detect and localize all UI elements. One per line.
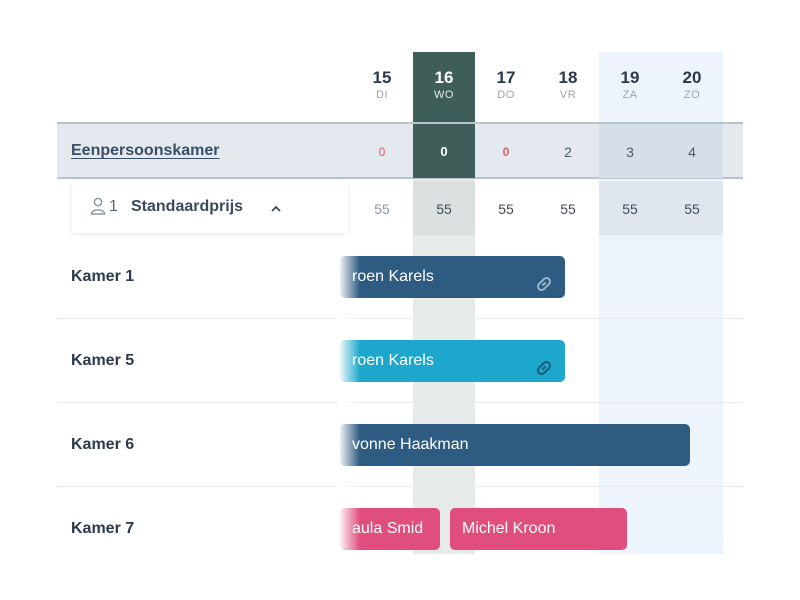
room-label: Kamer 7 (71, 520, 135, 537)
day-header-17[interactable]: 17 DO (475, 68, 537, 102)
day-number: 20 (682, 68, 702, 87)
booking-bar[interactable]: vonne Haakman (340, 424, 690, 466)
booking-bar[interactable]: roen Karels (340, 256, 565, 298)
booking-bar[interactable]: Michel Kroon (450, 508, 627, 550)
booking-guest-name: roen Karels (352, 268, 434, 285)
weekday-label: VR (559, 89, 577, 101)
day-number: 17 (496, 68, 516, 87)
price-cell[interactable]: 55 (475, 181, 537, 237)
weekday-label: ZO (683, 89, 701, 101)
day-number: 15 (372, 68, 392, 87)
weekday-label: ZA (622, 89, 638, 101)
booking-guest-name: roen Karels (352, 352, 434, 369)
booking-guest-name: vonne Haakman (352, 436, 469, 453)
rate-plan-name: Standaardprijs (131, 198, 244, 215)
availability-cell: 2 (564, 144, 572, 160)
day-header-18[interactable]: 18 VR (537, 68, 599, 102)
booking-guest-name: aula Smid (352, 520, 424, 537)
guest-icon (90, 197, 106, 215)
availability-cell: 3 (626, 144, 634, 160)
weekday-label: WO (434, 89, 454, 101)
price-cell[interactable]: 55 (661, 181, 723, 237)
availability-cell: 0 (378, 145, 386, 159)
link-icon (535, 268, 553, 292)
day-number: 19 (620, 68, 640, 87)
row-divider (57, 318, 743, 319)
day-header-16[interactable]: 16 WO (413, 68, 475, 102)
room-label: Kamer 6 (71, 436, 135, 453)
day-header-20[interactable]: 20 ZO (661, 68, 723, 102)
availability-cell: 4 (688, 144, 696, 160)
row-divider (57, 402, 743, 403)
weekday-label: DI (376, 89, 388, 101)
room-label: Kamer 5 (71, 352, 135, 369)
guest-count: 1 (109, 198, 118, 215)
price-cell[interactable]: 55 (413, 181, 475, 237)
link-icon (535, 352, 553, 376)
day-number: 18 (558, 68, 578, 87)
row-divider (57, 486, 743, 487)
day-header-19[interactable]: 19 ZA (599, 68, 661, 102)
day-number: 16 (434, 68, 454, 87)
chevron-up-icon[interactable] (270, 201, 282, 212)
price-cell[interactable]: 55 (351, 181, 413, 237)
booking-guest-name: Michel Kroon (462, 520, 556, 537)
availability-cell: 0 (502, 145, 510, 159)
room-type-link[interactable]: Eenpersoonskamer (71, 142, 220, 160)
room-label: Kamer 1 (71, 268, 135, 285)
day-header-15[interactable]: 15 DI (351, 68, 413, 102)
availability-cell: 0 (440, 144, 448, 159)
price-cell[interactable]: 55 (537, 181, 599, 237)
booking-bar[interactable]: roen Karels (340, 340, 565, 382)
weekday-label: DO (497, 89, 515, 101)
timeline-left-fade (338, 250, 360, 560)
price-cell[interactable]: 55 (599, 181, 661, 237)
